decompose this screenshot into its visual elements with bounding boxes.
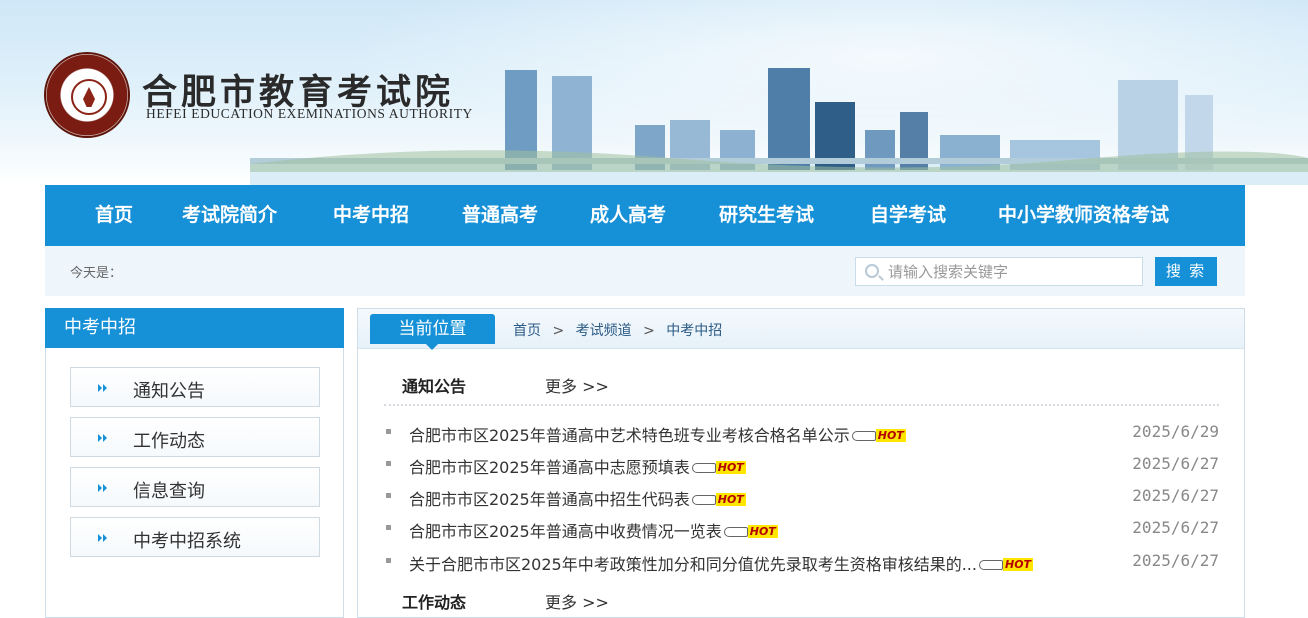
search-input[interactable] [888,261,1138,283]
double-arrow-icon [98,533,108,543]
double-arrow-icon [98,483,108,493]
bullet-icon [386,558,391,563]
list-item: 关于合肥市市区2025年中考政策性加分和同分值优先录取考生资格审核结果的... H… [384,545,1219,577]
sidebar-item-zhongkao-system[interactable]: 中考中招系统 [70,517,320,557]
news-date: 2025/6/27 [1132,486,1219,505]
news-date: 2025/6/29 [1132,422,1219,441]
double-arrow-icon [98,433,108,443]
tag-icon [723,526,748,537]
section-title-work-news: 工作动态 [402,593,467,612]
nav-item-graduate-exam[interactable]: 研究生考试 [719,185,814,246]
nav-item-about[interactable]: 考试院简介 [182,185,277,246]
news-title-link[interactable]: 关于合肥市市区2025年中考政策性加分和同分值优先录取考生资格审核结果的... H… [409,551,1034,575]
breadcrumb-zhongkao[interactable]: 中考中招 [666,323,722,339]
news-date: 2025/6/27 [1132,454,1219,473]
logo-emblem [71,79,107,115]
more-link-notices[interactable]: 更多 >> [545,373,609,397]
search-box [855,257,1143,286]
authority-logo [44,52,130,138]
hot-badge: HOT [978,554,1034,573]
breadcrumb-home[interactable]: 首页 [513,323,541,339]
bullet-icon [386,493,391,498]
hot-badge: HOT [723,521,778,540]
news-title-link[interactable]: 合肥市市区2025年普通高中招生代码表 HOT [409,486,746,510]
breadcrumb-separator: > [643,323,655,339]
sidebar-item-label: 工作动态 [133,431,205,452]
today-label: 今天是： [70,266,123,281]
list-item: 合肥市市区2025年普通高中志愿预填表 HOT 2025/6/27 [384,448,1219,480]
sidebar-item-notices[interactable]: 通知公告 [70,367,320,407]
news-date: 2025/6/27 [1132,551,1219,570]
nav-item-teacher-cert[interactable]: 中小学教师资格考试 [998,185,1169,246]
date-search-bar: 今天是： 搜 索 [45,246,1245,296]
search-icon [865,264,879,278]
header-banner: 合肥市教育考试院 HEFEI EDUCATION EXEMINATIONS AU… [0,0,1308,185]
sidebar: 通知公告 工作动态 信息查询 中考中招系统 [45,308,344,618]
main-panel: 当前位置 首页 > 考试频道 > 中考中招 通知公告 更多 >> 合肥市市区20… [357,308,1245,618]
nav-item-zhongkao[interactable]: 中考中招 [333,185,409,246]
current-position-label: 当前位置 [370,314,495,350]
main-nav: 首页 考试院简介 中考中招 普通高考 成人高考 研究生考试 自学考试 中小学教师… [45,185,1245,246]
bullet-icon [386,461,391,466]
section-title-notices: 通知公告 [402,377,467,396]
site-subtitle: HEFEI EDUCATION EXEMINATIONS AUTHORITY [146,106,473,121]
tag-icon [691,462,716,473]
news-title-link[interactable]: 合肥市市区2025年普通高中志愿预填表 HOT [409,454,746,478]
tag-icon [851,430,876,441]
nav-item-adult-exam[interactable]: 成人高考 [590,185,666,246]
nav-item-home[interactable]: 首页 [95,185,133,246]
nav-item-gaokao[interactable]: 普通高考 [462,185,538,246]
sidebar-item-label: 中考中招系统 [133,531,241,552]
breadcrumb: 首页 > 考试频道 > 中考中招 [513,320,722,340]
breadcrumb-separator: > [552,323,565,339]
sidebar-item-info-query[interactable]: 信息查询 [70,467,320,507]
more-link-work-news[interactable]: 更多 >> [545,589,609,613]
tag-icon [978,559,1003,570]
sidebar-item-label: 通知公告 [133,381,205,402]
nav-item-self-study-exam[interactable]: 自学考试 [870,185,946,246]
bullet-icon [386,429,391,434]
news-title-link[interactable]: 合肥市市区2025年普通高中艺术特色班专业考核合格名单公示 HOT [409,422,906,446]
list-item: 合肥市市区2025年普通高中收费情况一览表 HOT 2025/6/27 [384,512,1219,544]
section-divider [384,404,1219,406]
breadcrumb-exam-channel[interactable]: 考试频道 [576,323,632,339]
list-item: 合肥市市区2025年普通高中艺术特色班专业考核合格名单公示 HOT 2025/6/… [384,416,1219,448]
sidebar-item-work-news[interactable]: 工作动态 [70,417,320,457]
location-bar: 当前位置 首页 > 考试频道 > 中考中招 [358,309,1244,350]
list-item: 合肥市市区2025年普通高中招生代码表 HOT 2025/6/27 [384,480,1219,512]
sidebar-title: 中考中招 [45,308,344,348]
hot-badge: HOT [851,425,906,444]
double-arrow-icon [98,383,108,393]
hot-badge: HOT [691,457,746,476]
bullet-icon [386,525,391,530]
news-title-link[interactable]: 合肥市市区2025年普通高中收费情况一览表 HOT [409,518,778,542]
news-date: 2025/6/27 [1132,518,1219,537]
tag-icon [691,494,716,505]
hot-badge: HOT [691,489,746,508]
sidebar-item-label: 信息查询 [133,481,205,502]
search-button[interactable]: 搜 索 [1155,257,1217,286]
